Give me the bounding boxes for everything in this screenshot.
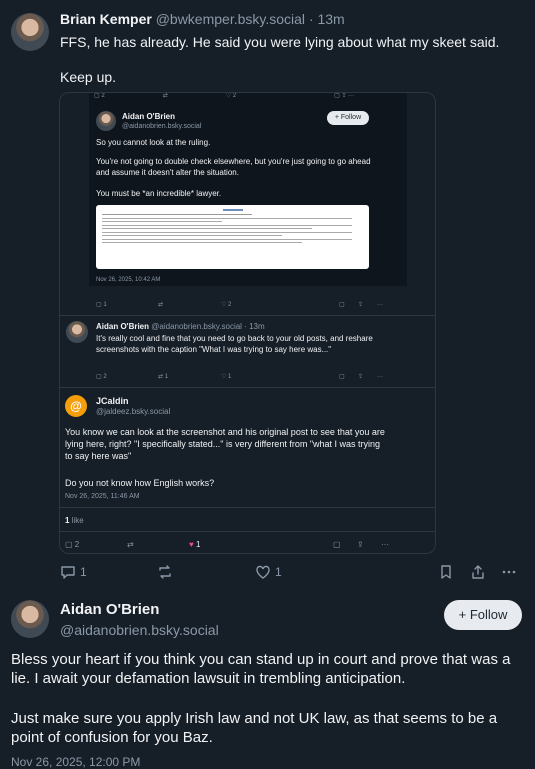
share-icon xyxy=(472,565,484,579)
quoted-text: You must be *an incredible* lawyer. xyxy=(96,189,222,198)
bookmark-icon: ▢ xyxy=(339,302,345,308)
jcaldin-text: Do you not know how English works? xyxy=(65,478,215,488)
divider xyxy=(60,315,435,316)
post-text: Just make sure you apply Irish law and n… xyxy=(11,710,498,746)
author-name[interactable]: Brian Kemper xyxy=(60,11,152,27)
avatar[interactable] xyxy=(11,600,49,638)
quoted-text: So you cannot look at the ruling. xyxy=(96,138,211,147)
avatar xyxy=(96,111,116,131)
share-icon: ⇪ xyxy=(357,540,364,549)
more-icon: ··· xyxy=(381,540,389,549)
divider xyxy=(60,531,435,532)
embedded-screenshot[interactable]: ▢ 2 ⇄ ♡ 2 ▢ ⇪ ··· Aidan O'Brien @aidanob… xyxy=(59,92,436,554)
reply-count: 1 xyxy=(80,565,87,579)
like-icon: ♥ 1 xyxy=(189,540,201,549)
bookmark-button[interactable] xyxy=(438,564,454,580)
ruling-document-image xyxy=(96,205,369,269)
share-icon: ⇪ xyxy=(358,374,364,380)
post-text: Bless your heart if you think you can st… xyxy=(11,651,511,687)
at-sign-avatar-icon: @ xyxy=(65,395,87,417)
jcaldin-text: You know we can look at the screenshot a… xyxy=(65,427,385,461)
quoted-date: Nov 26, 2025, 10:42 AM xyxy=(96,277,161,283)
more-icon: ▢ ⇪ ··· xyxy=(334,93,355,99)
more-icon: ··· xyxy=(377,374,383,380)
author-handle: @aidanobrien.bsky.social xyxy=(122,123,202,130)
share-button[interactable] xyxy=(470,564,486,580)
post-date: Nov 26, 2025, 12:00 PM xyxy=(11,755,141,769)
divider xyxy=(60,507,435,508)
follow-button[interactable]: + Follow xyxy=(444,600,522,630)
more-options-button[interactable] xyxy=(501,564,517,580)
reply-text: It's really cool and fine that you need … xyxy=(96,334,373,354)
repost-icon: ⇄ xyxy=(162,93,168,99)
like-icon: ♡ 1 xyxy=(221,374,232,380)
reply-header: Aidan O'Brien @aidanobrien.bsky.social ·… xyxy=(96,322,265,331)
post-header: Brian Kemper @bwkemper.bsky.social · 13m xyxy=(60,11,345,27)
quoted-text: You're not going to double check elsewhe… xyxy=(96,157,371,177)
quoted-top-actions: ▢ 2 ⇄ ♡ 2 ▢ ⇪ ··· xyxy=(94,93,394,100)
author-handle[interactable]: @aidanobrien.bsky.social xyxy=(60,622,219,638)
repost-icon xyxy=(159,565,171,579)
repost-icon: ⇄ xyxy=(127,540,134,549)
author-handle: @jaldeez.bsky.social xyxy=(96,407,171,416)
bookmark-icon: ▢ xyxy=(333,540,341,549)
reply-icon xyxy=(61,566,75,579)
post-text: FFS, he has already. He said you were ly… xyxy=(60,34,500,50)
author-name: JCaldin xyxy=(96,396,129,406)
reply-icon: ▢ 1 xyxy=(96,302,107,308)
divider xyxy=(60,387,435,388)
jcaldin-date: Nov 26, 2025, 11:46 AM xyxy=(65,493,140,500)
like-count: 1 xyxy=(275,565,282,579)
more-horizontal-icon xyxy=(502,570,516,574)
post-time[interactable]: · 13m xyxy=(309,11,345,27)
bookmark-icon: ▢ xyxy=(339,374,345,380)
heart-icon xyxy=(256,565,270,579)
author-handle[interactable]: @bwkemper.bsky.social xyxy=(156,11,305,27)
repost-icon: ⇄ 1 xyxy=(158,374,169,380)
more-icon: ··· xyxy=(377,302,383,308)
like-button[interactable]: 1 xyxy=(255,564,282,585)
like-icon: ♡ 2 xyxy=(225,93,237,99)
follow-button: + Follow xyxy=(327,111,369,125)
reply-button[interactable]: 1 xyxy=(60,564,87,585)
repost-icon: ⇄ xyxy=(158,302,164,308)
author-name[interactable]: Aidan O'Brien xyxy=(60,601,159,618)
repost-button[interactable] xyxy=(157,564,173,580)
post-text: Keep up. xyxy=(60,69,117,85)
share-icon: ⇪ xyxy=(358,302,364,308)
reply-icon: ▢ 2 xyxy=(65,540,80,549)
like-count: 1 like xyxy=(65,516,84,525)
avatar xyxy=(66,321,88,343)
reply-icon: ▢ 2 xyxy=(96,374,107,380)
like-icon: ♡ 2 xyxy=(221,302,232,308)
quoted-post-card: ▢ 2 ⇄ ♡ 2 ▢ ⇪ ··· Aidan O'Brien @aidanob… xyxy=(89,93,407,286)
reply-icon: ▢ 2 xyxy=(94,93,105,99)
bookmark-icon xyxy=(441,565,451,579)
avatar[interactable] xyxy=(11,13,49,51)
